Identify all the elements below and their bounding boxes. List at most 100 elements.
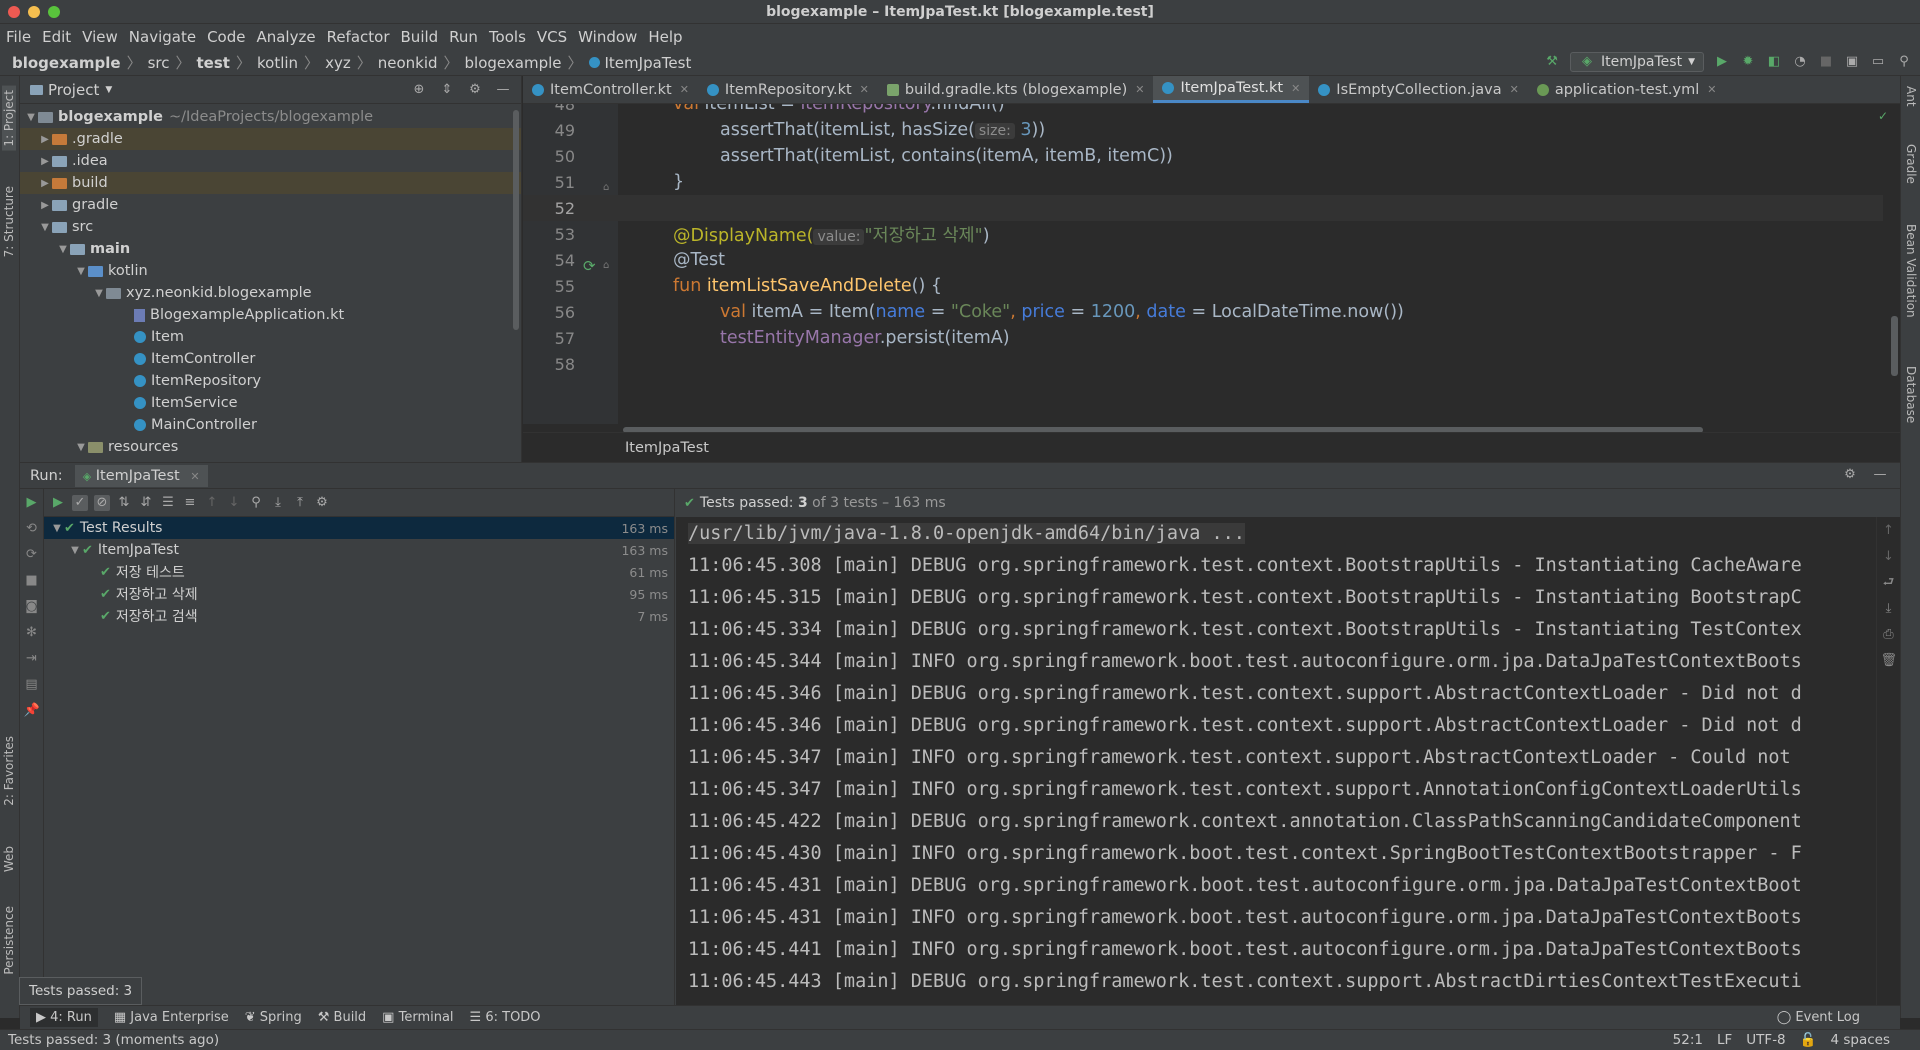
run-test-gutter-icon[interactable]: ⟳ [583, 257, 596, 275]
panel-divider[interactable] [674, 489, 675, 1019]
tab-item-jpa-test[interactable]: ItemJpaTest.kt ✕ [1153, 76, 1310, 103]
tree-item[interactable]: ▶ .idea [20, 150, 521, 172]
close-icon[interactable]: ✕ [860, 83, 869, 96]
tree-item[interactable]: ▼ main [20, 238, 521, 260]
expanded-icon[interactable]: ▼ [24, 112, 38, 123]
tab-build-gradle[interactable]: build.gradle.kts (blogexample) ✕ [878, 76, 1154, 103]
layout-icon[interactable]: ▤ [24, 677, 40, 693]
breadcrumb-item[interactable]: blogexample [12, 54, 121, 72]
menu-code[interactable]: Code [207, 28, 245, 46]
arrow-down-icon[interactable]: ↓ [226, 495, 242, 511]
test-result-row[interactable]: ▼ ✔ Test Results 163 ms [44, 517, 674, 539]
import-icon[interactable]: ⤓ [270, 495, 286, 511]
menu-edit[interactable]: Edit [42, 28, 71, 46]
search-icon[interactable]: ⚲ [248, 495, 264, 511]
close-icon[interactable]: ✕ [1510, 83, 1519, 96]
breadcrumb-item[interactable]: ItemJpaTest [605, 54, 692, 72]
show-ignored-icon[interactable]: ⊘ [94, 494, 110, 511]
menu-file[interactable]: File [6, 28, 31, 46]
collapse-all-icon[interactable]: ⇕ [439, 82, 455, 98]
gear-icon[interactable]: ⚙ [314, 495, 330, 511]
export-icon[interactable]: ⇥ [24, 651, 40, 667]
lock-icon[interactable]: 🔓 [1800, 1032, 1817, 1048]
settings-icon[interactable]: ✻ [24, 625, 40, 641]
favorites-tool-tab[interactable]: 2: Favorites [2, 736, 16, 806]
breadcrumb-item[interactable]: src [148, 54, 170, 72]
expanded-icon[interactable]: ▼ [74, 442, 88, 453]
sort-alpha-icon[interactable]: ⇅ [116, 495, 132, 511]
sort-duration-icon[interactable]: ⇵ [138, 495, 154, 511]
caret-position[interactable]: 52:1 [1673, 1032, 1703, 1048]
bean-validation-tool-tab[interactable]: Bean Validation [1904, 224, 1918, 318]
tree-item[interactable]: MainController [20, 414, 521, 436]
collapsed-icon[interactable]: ▶ [38, 156, 52, 167]
tab-application-test-yml[interactable]: application-test.yml ✕ [1528, 76, 1726, 103]
expanded-icon[interactable]: ▼ [92, 288, 106, 299]
search-icon[interactable]: ⚲ [1896, 54, 1912, 70]
run-configuration-select[interactable]: ◈ ItemJpaTest ▼ [1570, 52, 1704, 72]
test-result-row[interactable]: ✔ 저장 테스트 61 ms [44, 561, 674, 583]
tree-item[interactable]: ItemService [20, 392, 521, 414]
expanded-icon[interactable]: ▼ [50, 523, 64, 534]
tree-item[interactable]: BlogexampleApplication.kt [20, 304, 521, 326]
tab-item-controller[interactable]: ItemController.kt ✕ [523, 76, 698, 103]
tree-item[interactable]: ▶ .gradle [20, 128, 521, 150]
hide-icon[interactable]: — [1872, 467, 1888, 483]
stop-icon[interactable]: ■ [1818, 54, 1834, 70]
build-tool-button[interactable]: ⚒ Build [318, 1010, 366, 1025]
expanded-icon[interactable]: ▼ [56, 244, 70, 255]
soft-wrap-icon[interactable]: ⮐ [1881, 575, 1897, 591]
arrow-up-icon[interactable]: ↑ [1881, 523, 1897, 539]
tree-item-root[interactable]: ▼ blogexample ~/IdeaProjects/blogexample [20, 106, 521, 128]
tab-is-empty-collection[interactable]: IsEmptyCollection.java ✕ [1309, 76, 1528, 103]
menu-analyze[interactable]: Analyze [256, 28, 315, 46]
close-icon[interactable]: ✕ [680, 83, 689, 96]
project-tool-tab[interactable]: 1: Project [2, 86, 16, 151]
run-tool-button[interactable]: ▶ 4: Run [30, 1008, 98, 1027]
todo-tool-button[interactable]: ☰ 6: TODO [470, 1010, 541, 1025]
pin-icon[interactable]: 📌 [24, 703, 40, 719]
persistence-tool-tab[interactable]: Persistence [2, 906, 16, 975]
menu-view[interactable]: View [82, 28, 118, 46]
show-passed-icon[interactable]: ✓ [72, 494, 88, 511]
profile-icon[interactable]: ◔ [1792, 54, 1808, 70]
run-icon[interactable]: ▶ [1714, 54, 1730, 70]
chevron-down-icon[interactable]: ▼ [105, 85, 112, 95]
test-result-row[interactable]: ✔ 저장하고 삭제 95 ms [44, 583, 674, 605]
menu-run[interactable]: Run [449, 28, 478, 46]
close-icon[interactable]: ✕ [1291, 82, 1300, 95]
tree-item[interactable]: ▶ gradle [20, 194, 521, 216]
tree-item[interactable]: Item [20, 326, 521, 348]
toggle-auto-test-icon[interactable]: ⟳ [24, 547, 40, 563]
menu-tools[interactable]: Tools [489, 28, 526, 46]
spring-tool-button[interactable]: ❦ Spring [245, 1010, 302, 1025]
collapsed-icon[interactable]: ▶ [38, 178, 52, 189]
fold-icon[interactable]: ⌂ [603, 182, 609, 193]
breadcrumb-item[interactable]: blogexample [465, 54, 562, 72]
structure-tool-tab[interactable]: 7: Structure [2, 186, 16, 257]
console-output[interactable]: /usr/lib/jvm/java-1.8.0-openjdk-amd64/bi… [676, 517, 1876, 1019]
indent-setting[interactable]: 4 spaces [1830, 1032, 1890, 1048]
close-icon[interactable]: ✕ [190, 470, 199, 483]
scroll-to-end-icon[interactable]: ⤓ [1881, 601, 1897, 617]
camera-icon[interactable]: ◙ [24, 599, 40, 615]
gear-icon[interactable]: ⚙ [1842, 467, 1858, 483]
arrow-down-icon[interactable]: ↓ [1881, 549, 1897, 565]
database-tool-tab[interactable]: Database [1904, 366, 1918, 423]
test-result-row[interactable]: ✔ 저장하고 검색 7 ms [44, 605, 674, 627]
project-structure-icon[interactable]: ▣ [1844, 54, 1860, 70]
close-icon[interactable]: ✕ [1707, 83, 1716, 96]
trash-icon[interactable]: 🗑 [1881, 653, 1898, 669]
print-icon[interactable]: ⎙ [1881, 627, 1897, 643]
status-message[interactable]: Tests passed: 3 (moments ago) [8, 1032, 219, 1048]
debug-icon[interactable]: ✹ [1740, 54, 1756, 70]
breadcrumb-item[interactable]: test [197, 54, 230, 72]
close-icon[interactable]: ✕ [1135, 83, 1144, 96]
menu-window[interactable]: Window [578, 28, 637, 46]
tree-item[interactable]: ▼ kotlin [20, 260, 521, 282]
run-tab[interactable]: ◈ ItemJpaTest ✕ [74, 464, 208, 487]
hammer-icon[interactable]: ⚒ [1544, 54, 1560, 70]
file-encoding[interactable]: UTF-8 [1746, 1032, 1785, 1048]
project-scrollbar[interactable] [513, 110, 519, 330]
layout-icon[interactable]: ▭ [1870, 54, 1886, 70]
